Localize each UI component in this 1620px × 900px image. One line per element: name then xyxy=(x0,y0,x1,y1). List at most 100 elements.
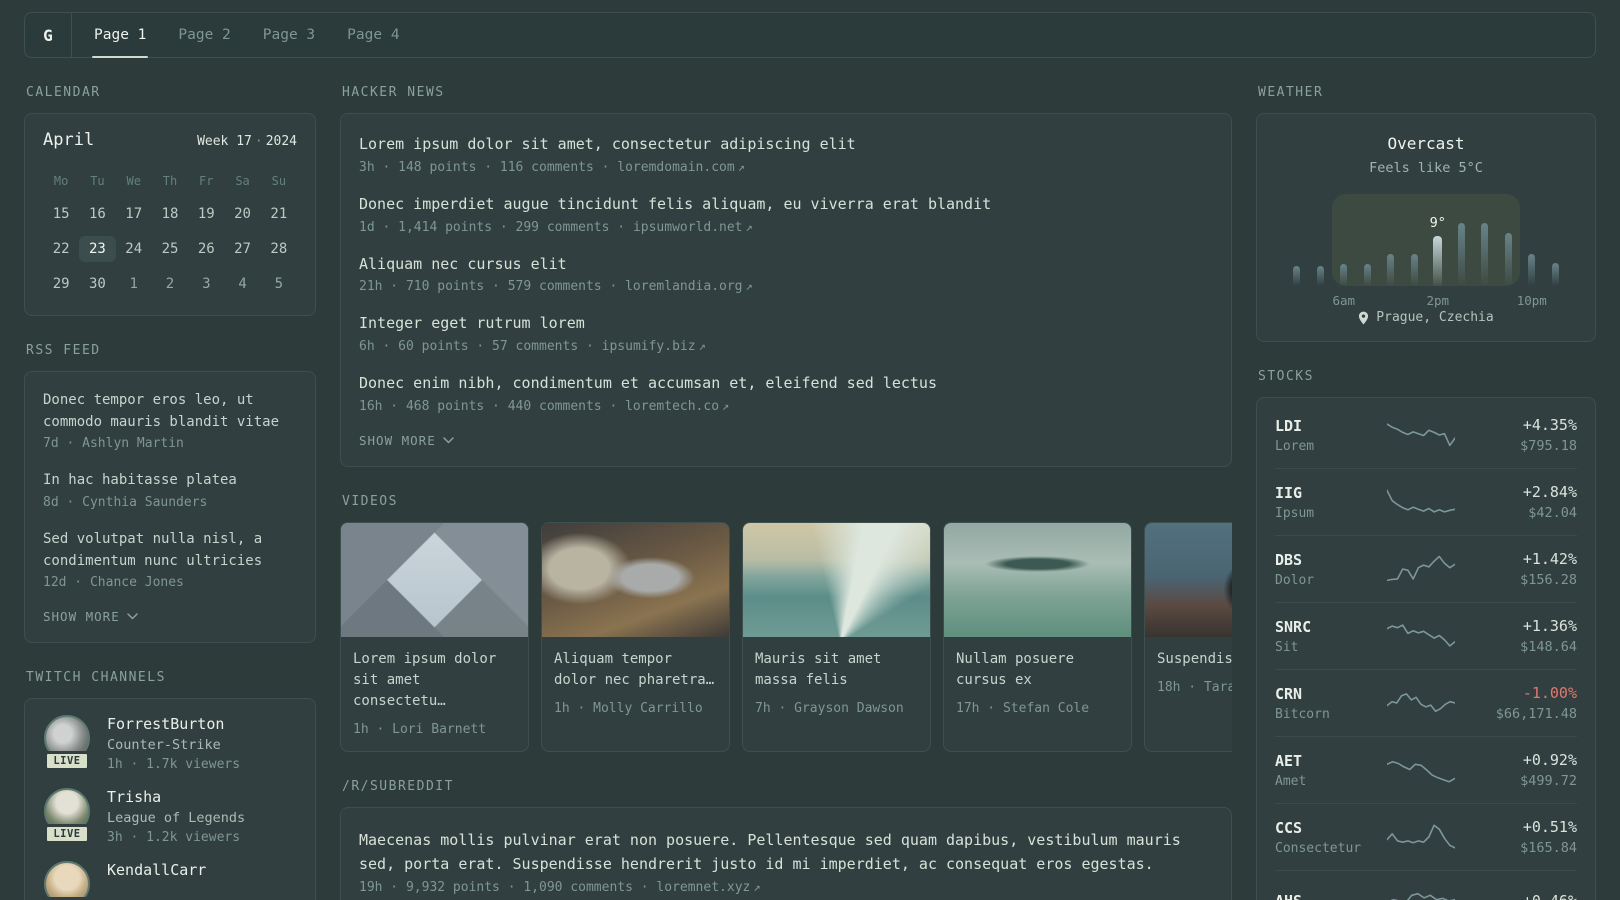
video-card[interactable]: Nullam posuere cursus ex 17h · Stefan Col… xyxy=(943,521,1132,752)
video-meta: 7h · Grayson Dawson xyxy=(755,700,904,716)
stock-name: Dolor xyxy=(1275,572,1315,588)
rss-show-more-button[interactable]: SHOW MORE xyxy=(43,609,138,624)
hackernews-show-more-button[interactable]: SHOW MORE xyxy=(359,433,454,448)
video-title[interactable]: Nullam posuere cursus ex xyxy=(956,649,1119,691)
rss-item-title[interactable]: In hac habitasse platea xyxy=(43,470,297,492)
tab-page-2[interactable]: Page 2 xyxy=(162,13,246,57)
calendar-day: 4 xyxy=(238,276,247,292)
app-logo[interactable]: G xyxy=(25,13,72,57)
calendar-day: 28 xyxy=(270,241,288,257)
external-link-icon: ↗ xyxy=(745,219,753,234)
weather-location: Prague, Czechia xyxy=(1376,310,1494,325)
hackernews-item-meta: 16h · 468 points · 440 comments · loremt… xyxy=(359,399,1213,414)
stock-row[interactable]: LDI Lorem +4.35% $795.18 xyxy=(1275,402,1577,468)
stock-price: $156.28 xyxy=(1520,572,1577,588)
twitch-channel-info: KendallCarr xyxy=(107,861,206,900)
stock-row[interactable]: DBS Dolor +1.42% $156.28 xyxy=(1275,535,1577,602)
hackernews-item-title[interactable]: Aliquam nec cursus elit xyxy=(359,254,1213,276)
twitch-channel-name[interactable]: KendallCarr xyxy=(107,861,206,879)
hackernews-list: Lorem ipsum dolor sit amet, consectetur … xyxy=(359,134,1213,414)
stock-values: -1.00% $66,171.48 xyxy=(1496,684,1577,722)
tab-page-4[interactable]: Page 4 xyxy=(331,13,415,57)
calendar-day: 17 xyxy=(125,206,143,222)
stock-identity: IIG Ipsum xyxy=(1275,484,1387,521)
twitch-channel-row[interactable]: LIVE KendallCarr xyxy=(43,861,297,900)
subreddit-post-title[interactable]: Maecenas mollis pulvinar erat non posuer… xyxy=(359,828,1205,876)
hackernews-item-title[interactable]: Donec imperdiet augue tincidunt felis al… xyxy=(359,194,1213,216)
stock-row[interactable]: CRN Bitcorn -1.00% $66,171.48 xyxy=(1275,669,1577,736)
twitch-channel-row[interactable]: LIVE Trisha League of Legends 3h · 1.2k vie… xyxy=(43,788,297,845)
twitch-avatar-wrap: LIVE xyxy=(43,715,91,772)
hackernews-item-domain[interactable]: ipsumify.biz xyxy=(602,339,696,354)
weather-condition: Overcast xyxy=(1387,134,1465,153)
rss-item: Sed volutpat nulla nisl, a condimentum n… xyxy=(43,529,297,590)
stock-row[interactable]: IIG Ipsum +2.84% $42.04 xyxy=(1275,468,1577,535)
hackernews-item-title[interactable]: Integer eget rutrum lorem xyxy=(359,313,1213,335)
stock-symbol: AHS xyxy=(1275,892,1387,900)
stock-identity: CRN Bitcorn xyxy=(1275,685,1387,722)
hackernews-item-title[interactable]: Lorem ipsum dolor sit amet, consectetur … xyxy=(359,134,1213,156)
stock-row[interactable]: AET Amet +0.92% $499.72 xyxy=(1275,736,1577,803)
weather-chart: 6am 9° 2pm 10pm xyxy=(1285,194,1567,308)
hackernews-item: Donec enim nibh, condimentum et accumsan… xyxy=(359,373,1213,414)
rss-item-meta: 12d · Chance Jones xyxy=(43,575,184,591)
stock-change: +0.46% xyxy=(1523,892,1577,900)
chevron-down-icon xyxy=(442,437,454,443)
calendar-day: 20 xyxy=(234,206,251,222)
tab-page-1[interactable]: Page 1 xyxy=(78,13,162,58)
avatar xyxy=(44,861,90,900)
twitch-channel-row[interactable]: LIVE ForrestBurton Counter-Strike 1h · 1.7k… xyxy=(43,715,297,772)
subreddit-widget: Maecenas mollis pulvinar erat non posuer… xyxy=(340,806,1232,900)
calendar-day: 24 xyxy=(125,241,143,257)
video-card[interactable]: Mauris sit amet massa felis 7h · Grayson … xyxy=(742,521,931,752)
hackernews-item-domain[interactable]: ipsumworld.net xyxy=(633,220,743,235)
hackernews-item: Aliquam nec cursus elit 21h · 710 points … xyxy=(359,254,1213,295)
videos-row: Lorem ipsum dolor sit amet consectetu… 1h… xyxy=(340,521,1232,752)
hackernews-item-stats: 1d · 1,414 points · 299 comments · xyxy=(359,219,633,235)
rss-item: Donec tempor eros leo, ut commodo mauris… xyxy=(43,390,297,451)
stock-row[interactable]: AHS +0.46% xyxy=(1275,870,1577,900)
rss-list: Donec tempor eros leo, ut commodo mauris… xyxy=(43,390,297,590)
calendar-day: 30 xyxy=(88,276,106,292)
stock-change: +1.36% xyxy=(1522,617,1577,635)
stock-row[interactable]: CCS Consectetur +0.51% $165.84 xyxy=(1275,803,1577,870)
hackernews-item-domain[interactable]: loremdomain.com xyxy=(617,160,734,175)
video-title[interactable]: Lorem ipsum dolor sit amet consectetu… xyxy=(353,649,516,712)
video-card[interactable]: Suspendisse diam 18h · Tara xyxy=(1144,521,1232,752)
hackernews-section-title: HACKER NEWS xyxy=(342,85,445,100)
subreddit-post-domain[interactable]: loremnet.xyz xyxy=(656,880,750,895)
weather-bar-slot xyxy=(1450,216,1474,286)
stock-sparkline xyxy=(1387,489,1455,513)
hackernews-item-domain[interactable]: loremtech.co xyxy=(625,399,719,414)
weather-bar xyxy=(1504,232,1512,286)
video-title[interactable]: Aliquam tempor dolor nec pharetra… xyxy=(554,649,717,691)
video-thumbnail xyxy=(542,522,729,637)
weather-bar xyxy=(1457,223,1465,286)
subreddit-section-title: /R/SUBREDDIT xyxy=(342,778,454,794)
rss-item-title[interactable]: Donec tempor eros leo, ut commodo mauris… xyxy=(43,390,297,433)
location-pin-icon xyxy=(1359,311,1369,324)
video-card[interactable]: Aliquam tempor dolor nec pharetra… 1h · M… xyxy=(541,521,730,752)
twitch-channel-name[interactable]: ForrestBurton xyxy=(107,715,240,733)
twitch-widget: LIVE ForrestBurton Counter-Strike 1h · 1.7k… xyxy=(24,698,316,900)
stock-price: $148.64 xyxy=(1520,639,1577,655)
tab-page-3[interactable]: Page 3 xyxy=(247,13,331,57)
twitch-channel-name[interactable]: Trisha xyxy=(107,788,245,806)
hackernews-item-meta: 1d · 1,414 points · 299 comments · ipsum… xyxy=(359,220,1213,235)
stock-symbol: SNRC xyxy=(1275,617,1312,636)
stock-change: -1.00% xyxy=(1522,684,1577,702)
stocks-widget: LDI Lorem +4.35% $795.18 IIG Ipsum +2.84% $42.0… xyxy=(1256,397,1596,900)
video-card-body: Lorem ipsum dolor sit amet consectetu… 1h… xyxy=(341,637,528,751)
subreddit-post-meta: 19h · 9,932 points · 1,090 comments · lo… xyxy=(359,879,761,895)
rss-item-title[interactable]: Sed volutpat nulla nisl, a condimentum n… xyxy=(43,529,297,572)
video-title[interactable]: Mauris sit amet massa felis xyxy=(755,649,918,691)
hackernews-item-domain[interactable]: loremlandia.org xyxy=(625,279,742,294)
video-thumbnail xyxy=(743,522,930,637)
twitch-avatar-wrap: LIVE xyxy=(43,861,91,900)
stock-price: $42.04 xyxy=(1528,505,1577,521)
stock-row[interactable]: SNRC Sit +1.36% $148.64 xyxy=(1275,602,1577,669)
video-card[interactable]: Lorem ipsum dolor sit amet consectetu… 1h… xyxy=(340,521,529,752)
hackernews-item-title[interactable]: Donec enim nibh, condimentum et accumsan… xyxy=(359,373,1213,395)
stock-name: Consectetur xyxy=(1275,840,1362,856)
video-title[interactable]: Suspendisse diam xyxy=(1157,649,1232,670)
